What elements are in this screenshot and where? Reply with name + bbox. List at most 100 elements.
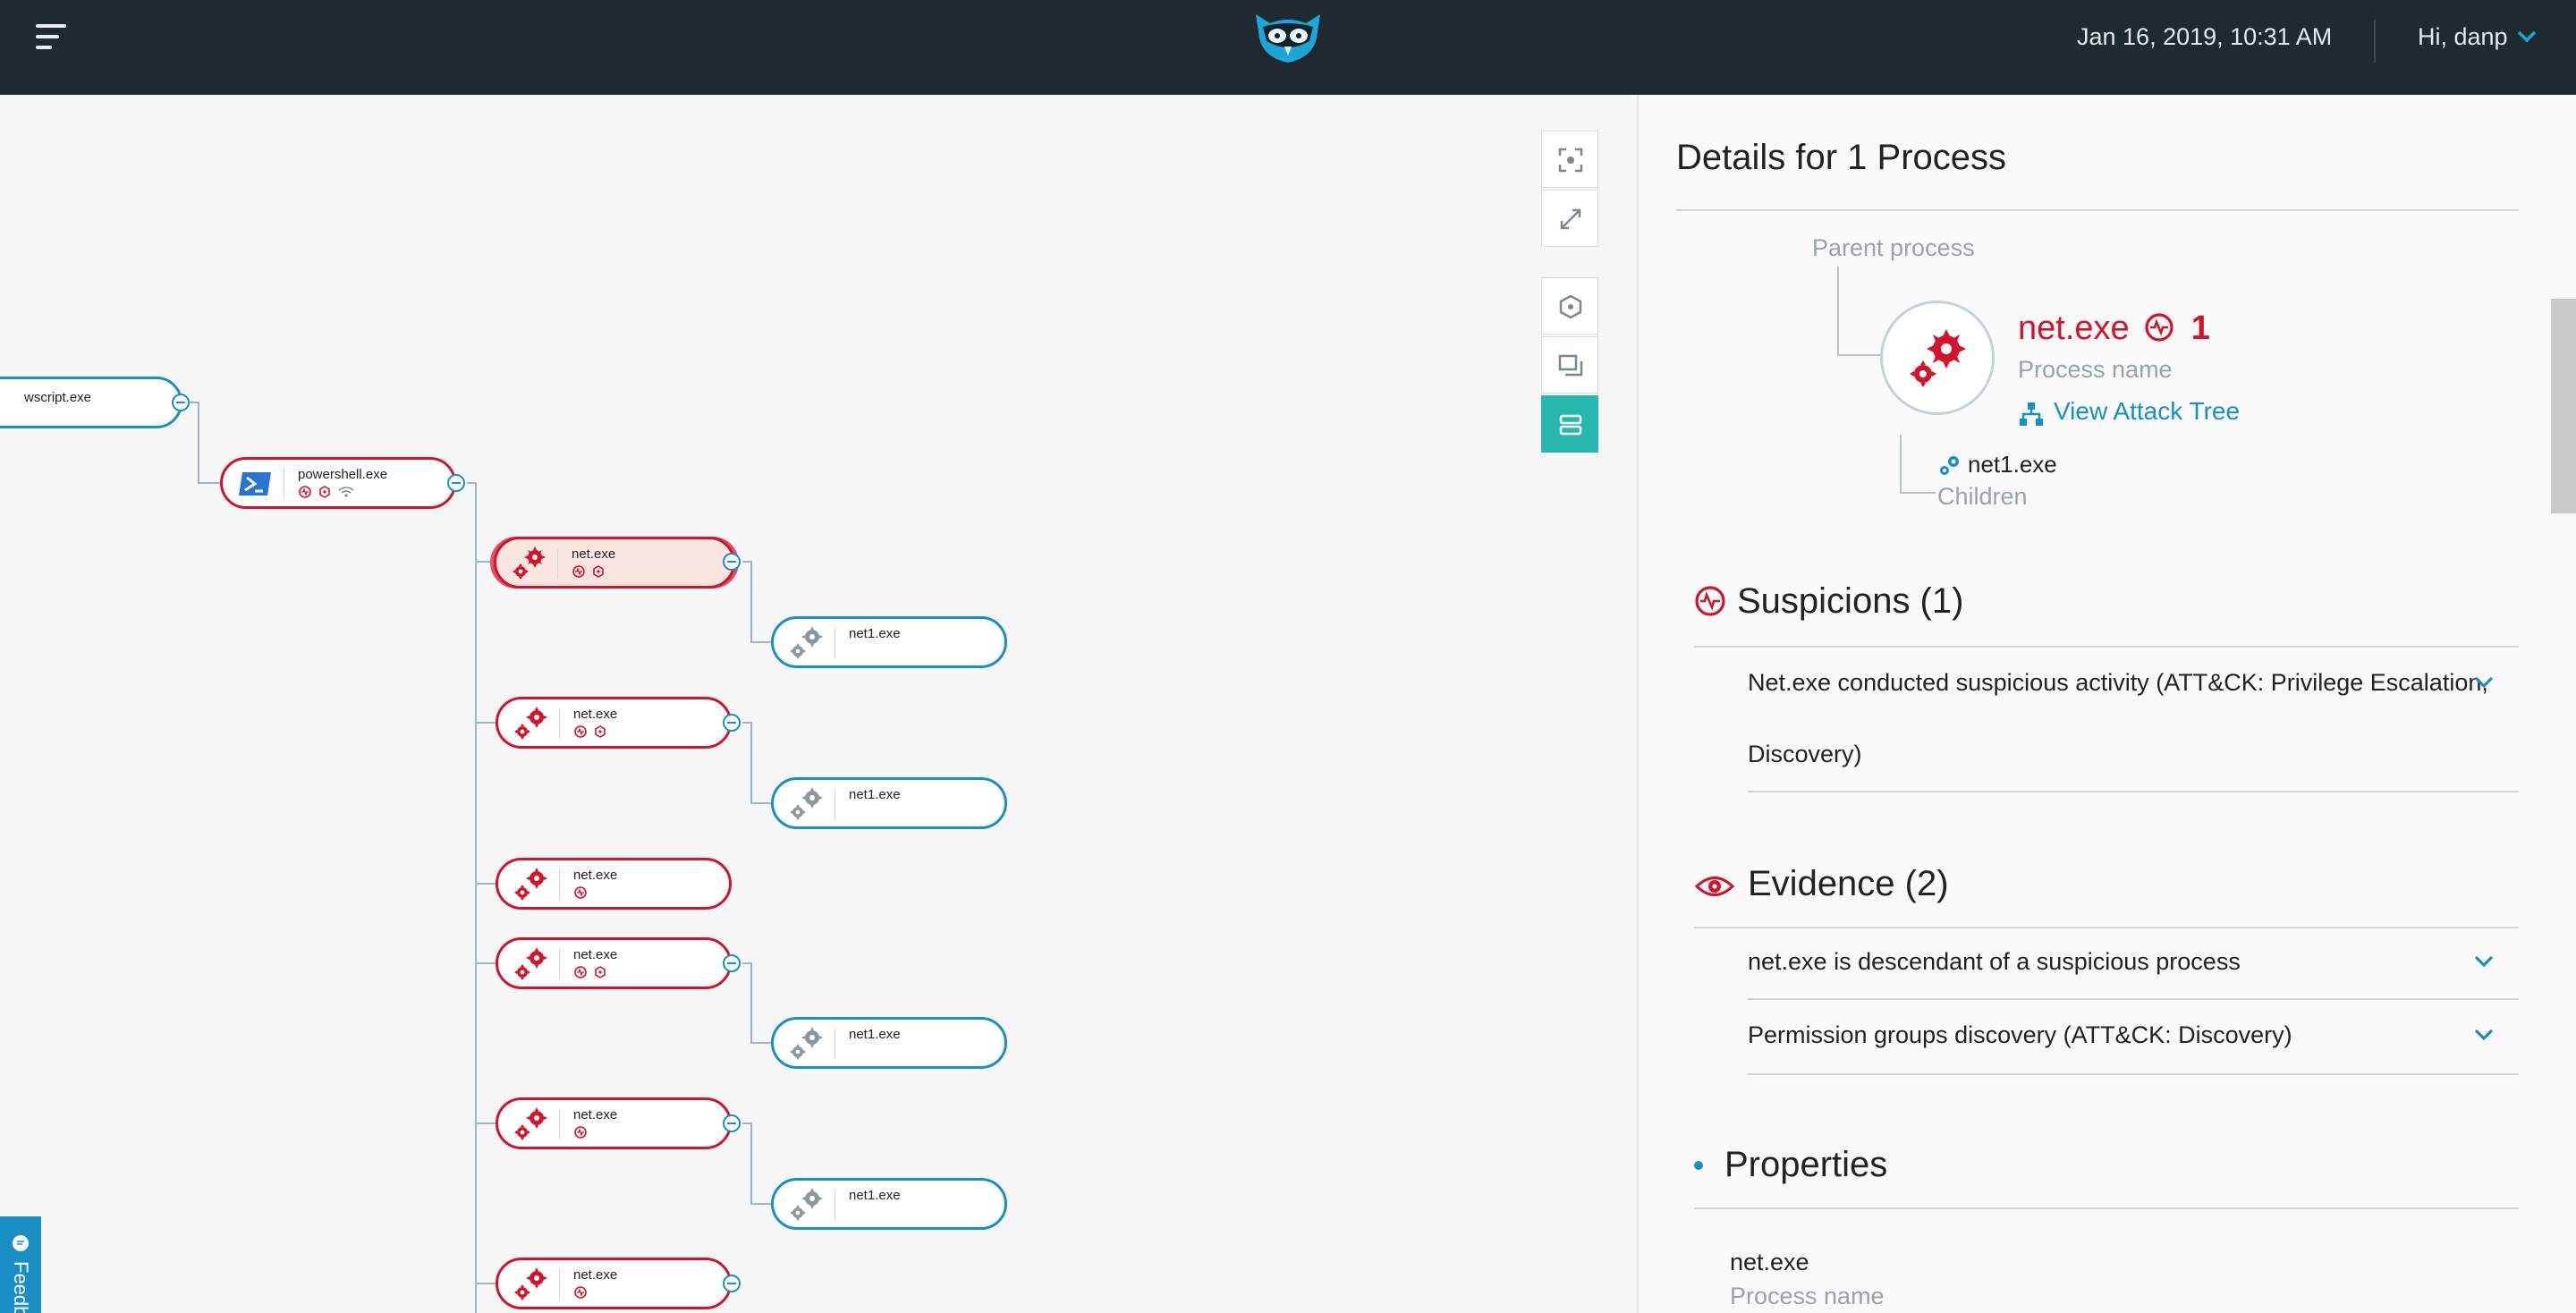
collapse-toggle[interactable] — [723, 1275, 741, 1292]
process-node-name: powershell.exe — [298, 467, 388, 482]
gears-icon — [1940, 456, 1959, 475]
suspicion-icon — [1695, 586, 1725, 616]
process-node-net[interactable]: net.exe — [496, 1097, 732, 1149]
menu-icon[interactable] — [36, 24, 68, 51]
chevron-down-icon[interactable] — [2472, 953, 2496, 970]
node-badges — [574, 886, 587, 899]
divider — [1676, 209, 2519, 211]
divider — [1748, 998, 2519, 1000]
gears-icon — [790, 787, 823, 820]
collapse-toggle[interactable] — [723, 714, 741, 732]
suspicion-count: 1 — [2190, 309, 2210, 347]
process-node-name: net.exe — [572, 546, 616, 562]
chat-icon — [13, 1235, 29, 1251]
suspicions-title: Suspicions (1) — [1737, 581, 1964, 621]
child-process-link[interactable]: net1.exe — [1968, 451, 2057, 479]
process-node-name: net.exe — [573, 707, 618, 722]
eye-icon — [1694, 877, 1735, 896]
process-node-net[interactable]: net.exe — [496, 937, 732, 989]
expand-icon — [1560, 208, 1581, 230]
tree-connector — [1837, 354, 1880, 356]
process-node-net[interactable]: net.exe — [496, 697, 732, 749]
bullet-icon — [1694, 1161, 1703, 1170]
gears-icon — [514, 1107, 547, 1140]
suspicion-item-line-1[interactable]: Net.exe conducted suspicious activity (A… — [1748, 669, 2488, 697]
powershell-icon — [239, 472, 271, 496]
process-node-net[interactable]: net.exe — [496, 1258, 732, 1309]
chevron-down-icon[interactable] — [2515, 29, 2538, 45]
gears-icon — [514, 947, 547, 980]
tree-connector — [1900, 492, 1936, 494]
suspicion-icon — [2145, 313, 2174, 342]
gears-icon — [514, 868, 547, 901]
process-node-net[interactable]: net.exe — [496, 858, 732, 910]
list-icon — [1559, 414, 1582, 436]
chevron-down-icon[interactable] — [2472, 674, 2496, 690]
gears-icon — [514, 1267, 547, 1300]
gears-icon — [790, 626, 823, 659]
node-badges — [574, 1286, 587, 1299]
collapse-toggle[interactable] — [723, 553, 741, 571]
tree-connector — [1837, 267, 1839, 356]
process-node-name: net1.exe — [849, 626, 901, 641]
tree-structure-icon[interactable] — [2018, 401, 2045, 428]
owl-logo-icon — [1256, 14, 1320, 63]
tree-connectors — [190, 402, 773, 1313]
process-node-net1[interactable]: net1.exe — [771, 616, 1007, 668]
process-name-label: Process name — [2018, 356, 2173, 383]
suspicion-item-line-2[interactable]: Discovery) — [1748, 741, 1862, 768]
process-node-name: net1.exe — [849, 1027, 901, 1042]
node-separator — [559, 1109, 560, 1139]
expand-button[interactable] — [1541, 190, 1598, 247]
divider — [1694, 927, 2519, 928]
gears-icon — [513, 546, 546, 580]
collapse-toggle[interactable] — [447, 474, 465, 492]
property-value: net.exe — [1730, 1249, 1809, 1275]
process-avatar — [1880, 301, 1995, 415]
evidence-item[interactable]: net.exe is descendant of a suspicious pr… — [1748, 948, 2241, 976]
current-datetime: Jan 16, 2019, 10:31 AM — [2077, 23, 2333, 50]
panel-title: Details for 1 Process — [1676, 138, 2007, 177]
process-node-name: net1.exe — [849, 1188, 901, 1203]
focus-button[interactable] — [1541, 131, 1598, 188]
user-menu[interactable]: Hi, danp — [2418, 23, 2508, 51]
process-node-net-selected[interactable]: net.exe — [494, 537, 735, 589]
process-node-name: net.exe — [573, 1107, 618, 1122]
process-node-net1[interactable]: net1.exe — [771, 1178, 1007, 1230]
node-badges — [574, 725, 606, 738]
windows-button[interactable] — [1541, 336, 1598, 394]
process-name-title: net.exe 1 — [2018, 309, 2210, 348]
feedback-label: Feedback — [10, 1261, 32, 1313]
node-separator — [559, 708, 560, 739]
process-node-wscript[interactable]: wscript.exe — [0, 377, 182, 428]
chevron-down-icon[interactable] — [2472, 1027, 2496, 1043]
evidence-item[interactable]: Permission groups discovery (ATT&CK: Dis… — [1748, 1021, 2292, 1049]
collapse-toggle[interactable] — [723, 1114, 741, 1132]
scrollbar[interactable] — [2551, 299, 2576, 513]
details-panel-button[interactable] — [1541, 395, 1598, 453]
properties-title: Properties — [1724, 1145, 1888, 1184]
gears-icon — [790, 1188, 823, 1221]
evidence-title: Evidence (2) — [1748, 864, 1949, 903]
hexagon-icon — [1559, 294, 1582, 319]
process-node-powershell[interactable]: powershell.exe — [220, 457, 456, 509]
node-separator — [559, 949, 560, 979]
process-node-name: net1.exe — [849, 787, 901, 802]
process-node-net1[interactable]: net1.exe — [771, 1017, 1007, 1069]
process-node-net1[interactable]: net1.exe — [771, 777, 1007, 829]
children-label: Children — [1937, 483, 2028, 510]
node-badges — [574, 1126, 587, 1139]
windows-icon — [1558, 354, 1583, 377]
node-separator — [559, 869, 560, 900]
node-badges — [299, 486, 354, 498]
process-tree-canvas[interactable]: wscript.exe powershell.exe net.exe net1.… — [0, 95, 1637, 1313]
property-label: Process name — [1730, 1283, 1885, 1309]
view-attack-tree-link[interactable]: View Attack Tree — [2054, 397, 2240, 426]
details-panel: Details for 1 Process Parent process net… — [1637, 95, 2576, 1313]
hexagon-button[interactable] — [1541, 277, 1598, 335]
process-node-name: net.exe — [573, 1267, 618, 1283]
collapse-toggle[interactable] — [172, 394, 190, 411]
collapse-toggle[interactable] — [723, 954, 741, 972]
feedback-tab[interactable]: Feedback — [0, 1216, 41, 1313]
node-badges — [572, 565, 604, 578]
